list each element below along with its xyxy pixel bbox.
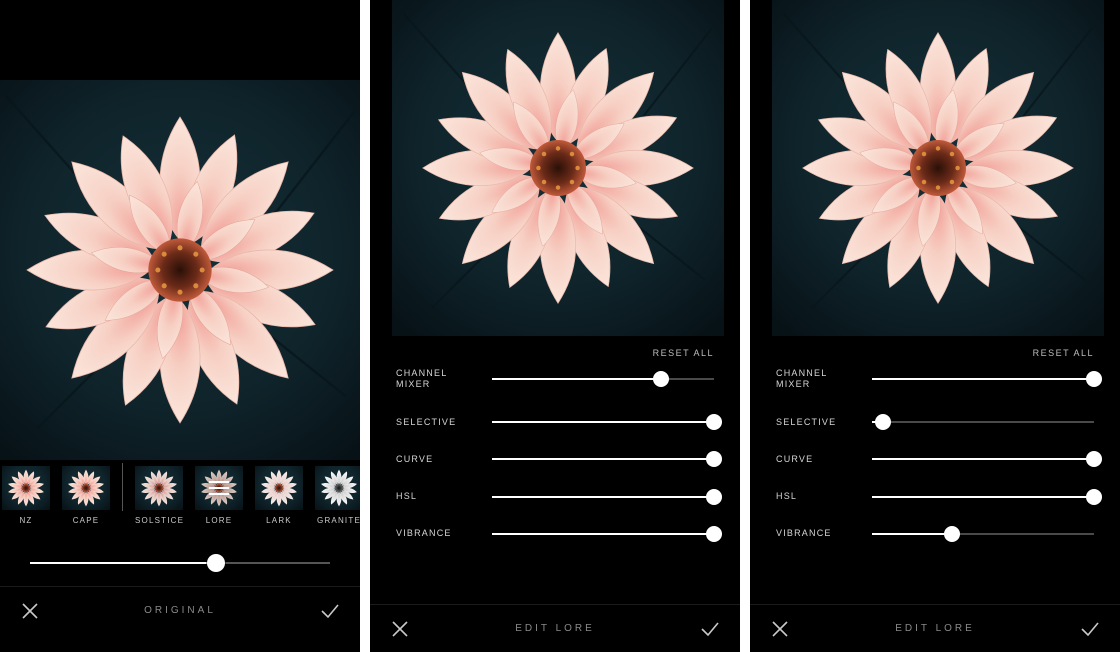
edit-screen-adjusted: RESET ALL CHANNEL MIXER SELECTIVE CURVE HSL…: [750, 0, 1120, 652]
filter-thumb-nz[interactable]: NZ: [2, 466, 50, 525]
slider-vibrance[interactable]: [872, 533, 1094, 535]
slider-label: CURVE: [776, 454, 854, 465]
filter-thumb-lark[interactable]: LARK: [255, 466, 303, 525]
cancel-button[interactable]: [388, 617, 412, 641]
slider-row-vibrance: VIBRANCE: [396, 528, 714, 539]
filter-thumb-cape[interactable]: CAPE: [62, 466, 110, 525]
adjust-icon: [195, 466, 243, 510]
preview-image: [392, 0, 724, 336]
slider-row-hsl: HSL: [396, 491, 714, 502]
slider-label: HSL: [396, 491, 474, 502]
slider-row-selective: SELECTIVE: [776, 417, 1094, 428]
edit-screen-default: RESET ALL CHANNEL MIXER SELECTIVE CURVE HSL…: [370, 0, 740, 652]
filter-picker-screen: NZ CAPE SOLSTICE LORE LARK GRANITE ORIGINAL: [0, 0, 360, 652]
filter-thumb-label: CAPE: [62, 516, 110, 525]
status-spacer: [0, 0, 360, 80]
slider-label: SELECTIVE: [396, 417, 474, 428]
footer-title: EDIT LORE: [515, 623, 595, 634]
filmstrip-separator: [122, 463, 123, 511]
slider-curve[interactable]: [872, 458, 1094, 460]
slider-label: CHANNEL MIXER: [776, 368, 854, 391]
slider-hsl[interactable]: [492, 496, 714, 498]
footer-title: EDIT LORE: [895, 623, 975, 634]
filter-thumb-label: SOLSTICE: [135, 516, 183, 525]
slider-row-selective: SELECTIVE: [396, 417, 714, 428]
slider-label: VIBRANCE: [396, 528, 474, 539]
confirm-button[interactable]: [698, 617, 722, 641]
confirm-button[interactable]: [1078, 617, 1102, 641]
slider-row-channel_mixer: CHANNEL MIXER: [396, 368, 714, 391]
cancel-button[interactable]: [18, 599, 42, 623]
bottom-bar: ORIGINAL: [0, 586, 360, 634]
slider-hsl[interactable]: [872, 496, 1094, 498]
preview-image: [772, 0, 1104, 336]
filter-thumb-label: GRANITE: [315, 516, 360, 525]
filter-thumb-granite[interactable]: GRANITE: [315, 466, 360, 525]
intensity-slider[interactable]: [30, 562, 330, 564]
filter-thumb-label: LORE: [195, 516, 243, 525]
slider-channel_mixer[interactable]: [872, 378, 1094, 380]
preview-image: [0, 80, 360, 460]
slider-selective[interactable]: [492, 421, 714, 423]
slider-row-curve: CURVE: [396, 454, 714, 465]
filter-thumb-label: NZ: [2, 516, 50, 525]
slider-label: VIBRANCE: [776, 528, 854, 539]
reset-all-button[interactable]: RESET ALL: [370, 336, 740, 364]
slider-label: SELECTIVE: [776, 417, 854, 428]
reset-all-button[interactable]: RESET ALL: [750, 336, 1120, 364]
filter-thumb-lore[interactable]: LORE: [195, 466, 243, 525]
confirm-button[interactable]: [318, 599, 342, 623]
filter-thumb-solstice[interactable]: SOLSTICE: [135, 466, 183, 525]
slider-vibrance[interactable]: [492, 533, 714, 535]
slider-label: CHANNEL MIXER: [396, 368, 474, 391]
bottom-bar: EDIT LORE: [370, 604, 740, 652]
slider-row-curve: CURVE: [776, 454, 1094, 465]
filter-intensity-row: [0, 540, 360, 586]
filter-filmstrip: NZ CAPE SOLSTICE LORE LARK GRANITE: [0, 460, 360, 540]
footer-title: ORIGINAL: [144, 605, 216, 616]
slider-row-hsl: HSL: [776, 491, 1094, 502]
filter-thumb-label: LARK: [255, 516, 303, 525]
slider-selective[interactable]: [872, 421, 1094, 423]
bottom-bar: EDIT LORE: [750, 604, 1120, 652]
slider-curve[interactable]: [492, 458, 714, 460]
slider-label: CURVE: [396, 454, 474, 465]
slider-row-vibrance: VIBRANCE: [776, 528, 1094, 539]
adjustment-sliders: CHANNEL MIXER SELECTIVE CURVE HSL VIBRANCE: [750, 364, 1120, 540]
slider-channel_mixer[interactable]: [492, 378, 714, 380]
cancel-button[interactable]: [768, 617, 792, 641]
slider-label: HSL: [776, 491, 854, 502]
slider-row-channel_mixer: CHANNEL MIXER: [776, 368, 1094, 391]
adjustment-sliders: CHANNEL MIXER SELECTIVE CURVE HSL VIBRANCE: [370, 364, 740, 540]
